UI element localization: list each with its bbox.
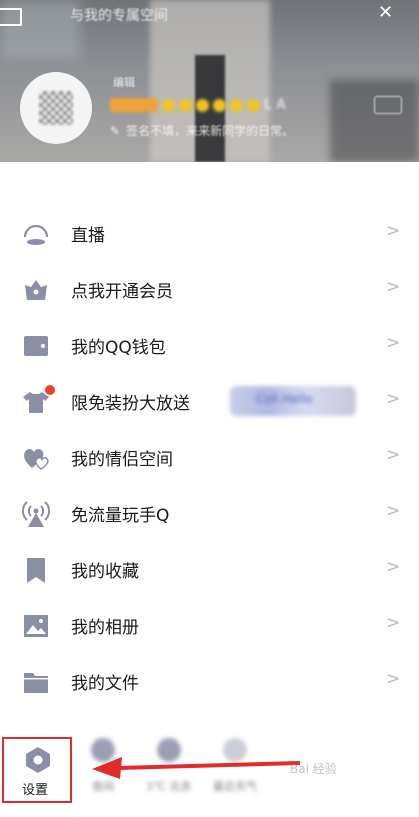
level-badge	[374, 96, 402, 114]
menu-item-couple-space[interactable]: 我的情侣空间 >	[0, 428, 419, 484]
chevron-right-icon: >	[386, 613, 401, 633]
vip-icon	[22, 276, 50, 304]
notification-dot	[45, 385, 55, 395]
menu-item-label: 我的收藏	[71, 562, 139, 582]
menu-item-free-data[interactable]: 免流量玩手Q >	[0, 484, 419, 540]
chevron-right-icon: >	[386, 669, 401, 689]
nickname: L A	[110, 94, 330, 116]
menu-item-vip[interactable]: 点我开通会员 >	[0, 260, 419, 316]
bottom-bar: 设置 夜间 2℃ 北京 最近天气 Bai 经验	[0, 730, 419, 817]
signature[interactable]: ✎ 签名不填，来来新同学的日常。	[110, 122, 294, 139]
menu-item-label: 我的QQ钱包	[71, 338, 166, 358]
menu-item-wallet[interactable]: 我的QQ钱包 >	[0, 316, 419, 372]
header-title: 与我的专属空间	[70, 8, 168, 24]
chevron-right-icon: >	[386, 445, 401, 465]
edit-tag[interactable]: 编辑	[113, 74, 135, 90]
profile-header: 与我的专属空间 ✕ 编辑 L A ✎ 签名不填，来来新同学的日常。	[0, 0, 419, 162]
menu-item-label: 点我开通会员	[71, 282, 173, 302]
menu-item-album[interactable]: 我的相册 >	[0, 596, 419, 652]
gear-icon	[25, 746, 51, 774]
mail-icon[interactable]	[0, 8, 22, 26]
annotation-arrow-icon	[92, 757, 301, 779]
menu-item-live[interactable]: 直播 >	[0, 204, 419, 260]
chevron-right-icon: >	[386, 221, 401, 241]
live-icon	[22, 220, 50, 248]
settings-label: 设置	[22, 783, 49, 798]
menu-item-label: 直播	[71, 226, 105, 246]
settings-button[interactable]: 设置	[2, 737, 72, 803]
qr-code-icon	[39, 91, 73, 125]
menu-item-label: 我的相册	[71, 618, 139, 638]
signal-tower-icon	[22, 500, 50, 528]
bookmark-icon	[22, 556, 50, 584]
chevron-right-icon: >	[386, 501, 401, 521]
chevron-right-icon: >	[386, 277, 401, 297]
menu-item-favorites[interactable]: 我的收藏 >	[0, 540, 419, 596]
close-icon[interactable]: ✕	[378, 2, 393, 23]
promo-banner[interactable]: Coll.Hello	[230, 386, 356, 416]
menu-item-theme[interactable]: 限免装扮大放送 Coll.Hello >	[0, 372, 419, 428]
folder-icon	[22, 668, 50, 696]
pen-icon: ✎	[110, 124, 121, 138]
menu-item-label: 我的文件	[71, 674, 139, 694]
couple-hearts-icon	[22, 444, 50, 472]
chevron-right-icon: >	[386, 389, 401, 409]
chevron-right-icon: >	[386, 333, 401, 353]
watermark: Bai 经验	[290, 762, 337, 776]
avatar[interactable]	[20, 72, 92, 144]
menu-item-files[interactable]: 我的文件 >	[0, 652, 419, 708]
wallet-icon	[22, 332, 50, 360]
menu-item-label: 限免装扮大放送	[71, 394, 190, 414]
menu-item-label: 免流量玩手Q	[71, 506, 170, 526]
chevron-right-icon: >	[386, 557, 401, 577]
menu-item-label: 我的情侣空间	[71, 450, 173, 470]
theme-shirt-icon	[22, 385, 55, 416]
photo-icon	[22, 612, 50, 640]
